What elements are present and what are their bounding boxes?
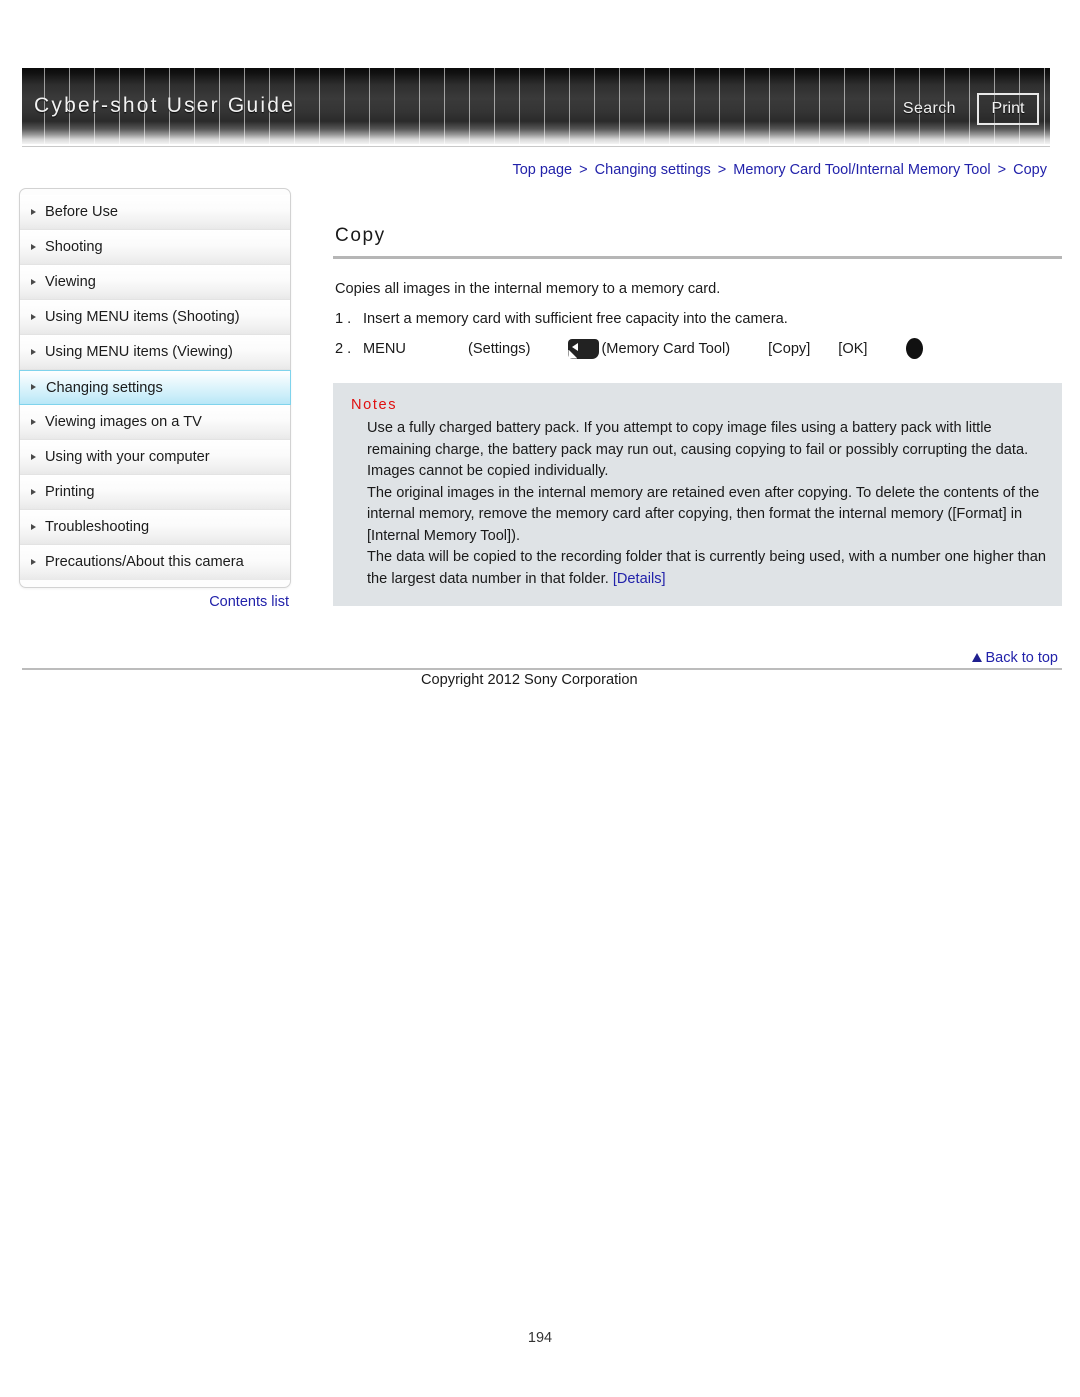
- breadcrumb-item-top-page[interactable]: Top page: [512, 162, 572, 178]
- chevron-right-icon: [31, 453, 36, 460]
- main-content: Copy Copies all images in the internal m…: [333, 225, 1062, 370]
- sidebar-item-label: Viewing images on a TV: [45, 414, 202, 430]
- details-link[interactable]: [Details]: [613, 571, 666, 587]
- sidebar-item-label: Viewing: [45, 274, 96, 290]
- chevron-right-icon: [31, 243, 36, 250]
- sidebar-item-label: Using MENU items (Shooting): [45, 309, 240, 325]
- sidebar-item-label: Using with your computer: [45, 449, 210, 465]
- sidebar-item-label: Troubleshooting: [45, 519, 150, 535]
- print-button[interactable]: Print: [977, 93, 1039, 125]
- note-item: The original images in the internal memo…: [367, 484, 1040, 544]
- chevron-right-icon: [31, 418, 36, 425]
- step-2-row: 2 . MENU (Settings) (Memory Card Tool) […: [335, 338, 1062, 359]
- copyright-text: Copyright 2012 Sony Corporation: [421, 672, 638, 688]
- step-1-row: 1 . Insert a memory card with sufficient…: [335, 311, 1062, 327]
- footer-divider: [22, 668, 1062, 670]
- sidebar-item-printing[interactable]: Printing: [20, 475, 290, 510]
- note-item: The data will be copied to the recording…: [367, 547, 1046, 590]
- sidebar-item-using-menu-items-viewing[interactable]: Using MENU items (Viewing): [20, 335, 290, 370]
- sidebar-item-label: Changing settings: [46, 380, 163, 396]
- intro-paragraph: Copies all images in the internal memory…: [335, 281, 721, 297]
- step-1-text: Insert a memory card with sufficient fre…: [363, 311, 788, 327]
- sidebar-item-label: Precautions/About this camera: [45, 554, 244, 570]
- search-button[interactable]: Search: [903, 100, 956, 118]
- back-to-top-link[interactable]: Back to top: [972, 650, 1058, 666]
- breadcrumb-separator: >: [997, 162, 1007, 178]
- step-2-copy-label: [Copy]: [768, 340, 811, 357]
- header-banner: Cyber-shot User Guide Search Print: [22, 68, 1050, 144]
- step-1-number: 1 .: [335, 311, 352, 327]
- breadcrumb-separator: >: [717, 162, 727, 178]
- memory-card-tool-icon: [568, 338, 600, 359]
- breadcrumb-separator: >: [579, 162, 588, 178]
- chevron-right-icon: [31, 384, 36, 390]
- step-2-menu-label: MENU: [363, 340, 406, 357]
- chevron-right-icon: [31, 559, 36, 565]
- sidebar-item-precautions-about-this-camera[interactable]: Precautions/About this camera: [20, 545, 290, 580]
- app-title: Cyber-shot User Guide: [34, 94, 295, 117]
- contents-list-link[interactable]: Contents list: [19, 594, 291, 610]
- step-2-ok-label: [OK]: [838, 340, 868, 357]
- sidebar-item-label: Before Use: [45, 204, 119, 220]
- title-divider: [333, 256, 1062, 259]
- triangle-up-icon: [972, 653, 983, 662]
- page-title: Copy: [335, 225, 386, 246]
- back-to-top-label: Back to top: [985, 650, 1058, 666]
- breadcrumb-item-memory-card-tool[interactable]: Memory Card Tool/Internal Memory Tool: [733, 162, 990, 178]
- chevron-right-icon: [31, 348, 36, 355]
- sidebar-item-using-menu-items-shooting[interactable]: Using MENU items (Shooting): [20, 300, 290, 335]
- sidebar-item-shooting[interactable]: Shooting: [20, 230, 290, 265]
- chevron-right-icon: [31, 523, 36, 530]
- notes-heading: Notes: [351, 397, 398, 413]
- control-button-icon: [905, 338, 923, 359]
- chevron-right-icon: [31, 278, 36, 285]
- breadcrumb-item-changing-settings[interactable]: Changing settings: [595, 162, 711, 178]
- sidebar-item-using-with-your-computer[interactable]: Using with your computer: [20, 440, 290, 475]
- banner-underline: [22, 146, 1050, 147]
- note-item-text: The data will be copied to the recording…: [367, 549, 1047, 587]
- sidebar-item-viewing[interactable]: Viewing: [20, 265, 290, 300]
- step-2-number: 2 .: [335, 340, 352, 357]
- chevron-right-icon: [31, 208, 36, 215]
- sidebar-item-label: Shooting: [45, 239, 103, 255]
- chevron-right-icon: [31, 488, 36, 495]
- sidebar-item-label: Printing: [45, 484, 95, 500]
- sidebar-item-changing-settings[interactable]: Changing settings: [19, 370, 291, 405]
- sidebar-item-before-use[interactable]: Before Use: [20, 195, 290, 230]
- sidebar-navigation: Before Use Shooting Viewing Using MENU i…: [19, 188, 291, 588]
- chevron-right-icon: [31, 313, 36, 320]
- sidebar-item-label: Using MENU items (Viewing): [45, 344, 233, 360]
- breadcrumb-item-copy: Copy: [1013, 162, 1047, 178]
- step-2-memory-card-tool-label: (Memory Card Tool): [601, 340, 731, 357]
- note-item: Images cannot be copied individually.: [367, 463, 609, 479]
- breadcrumb: Top page > Changing settings > Memory Ca…: [512, 162, 1047, 178]
- note-item: Use a fully charged battery pack. If you…: [367, 420, 1029, 458]
- page-number: 194: [527, 1330, 553, 1346]
- sidebar-item-troubleshooting[interactable]: Troubleshooting: [20, 510, 290, 545]
- sidebar-item-viewing-images-on-a-tv[interactable]: Viewing images on a TV: [20, 405, 290, 440]
- notes-box: Notes Use a fully charged battery pack. …: [333, 383, 1062, 606]
- step-2-settings-label: (Settings): [467, 340, 531, 357]
